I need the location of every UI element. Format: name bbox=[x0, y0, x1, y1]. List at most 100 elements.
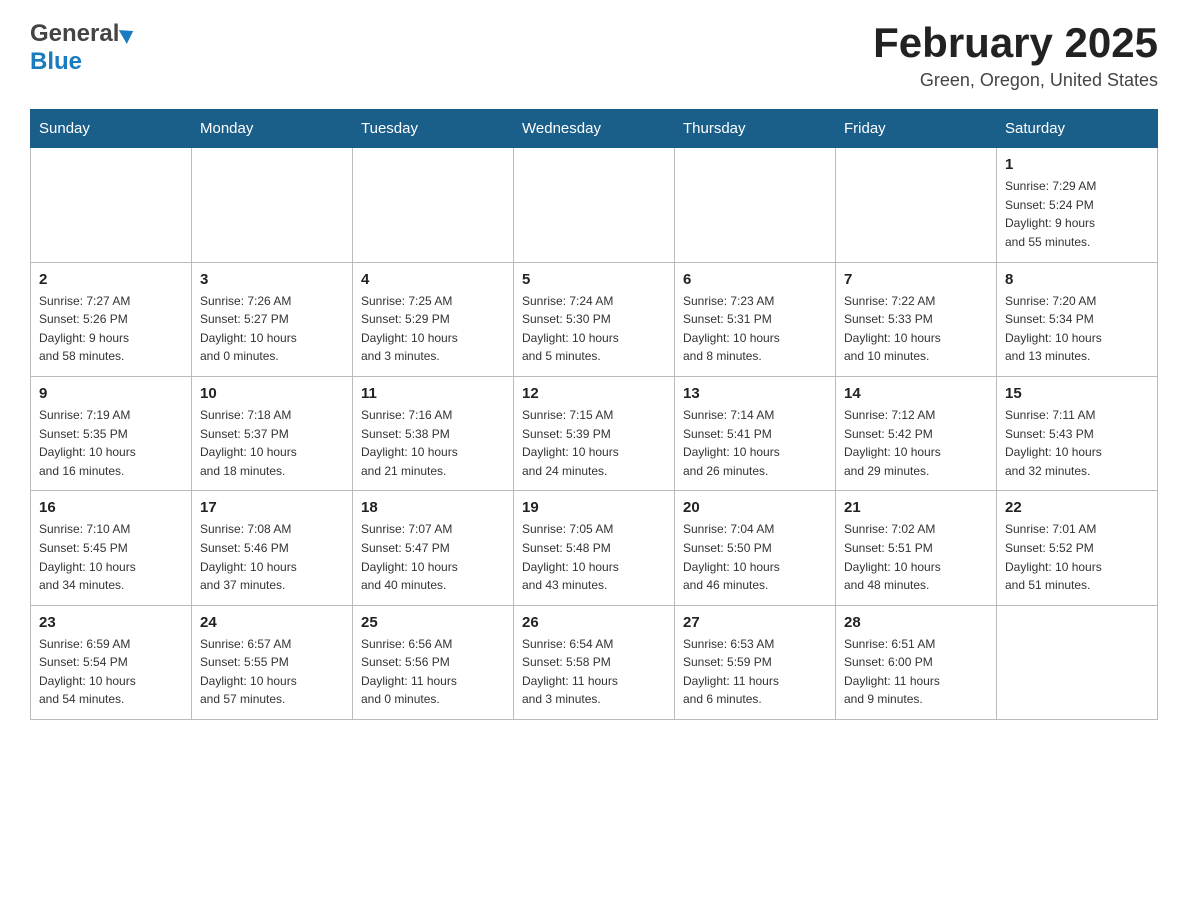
calendar-cell: 21Sunrise: 7:02 AM Sunset: 5:51 PM Dayli… bbox=[836, 491, 997, 605]
calendar-week-row: 1 Sunrise: 7:29 AM Sunset: 5:24 PM Daylig… bbox=[31, 148, 1158, 262]
location-text: Green, Oregon, United States bbox=[873, 70, 1158, 91]
calendar-week-row: 2 Sunrise: 7:27 AM Sunset: 5:26 PM Daylig… bbox=[31, 262, 1158, 376]
day-info: Sunrise: 7:26 AM Sunset: 5:27 PM Dayligh… bbox=[200, 292, 344, 366]
calendar-cell: 8 Sunrise: 7:20 AM Sunset: 5:34 PM Daylig… bbox=[997, 262, 1158, 376]
calendar-cell: 4 Sunrise: 7:25 AM Sunset: 5:29 PM Daylig… bbox=[353, 262, 514, 376]
calendar-cell: 24Sunrise: 6:57 AM Sunset: 5:55 PM Dayli… bbox=[192, 605, 353, 719]
logo-blue-text: Blue bbox=[30, 48, 82, 76]
calendar-cell: 16 Sunrise: 7:10 AM Sunset: 5:45 PM Dayli… bbox=[31, 491, 192, 605]
calendar-header-saturday: Saturday bbox=[997, 110, 1158, 148]
calendar-cell: 1 Sunrise: 7:29 AM Sunset: 5:24 PM Daylig… bbox=[997, 148, 1158, 262]
day-info: Sunrise: 7:20 AM Sunset: 5:34 PM Dayligh… bbox=[1005, 292, 1149, 366]
day-number: 19 bbox=[522, 499, 666, 516]
day-info: Sunrise: 7:05 AM Sunset: 5:48 PM Dayligh… bbox=[522, 520, 666, 594]
calendar-cell: 20 Sunrise: 7:04 AM Sunset: 5:50 PM Dayli… bbox=[675, 491, 836, 605]
calendar-week-row: 16 Sunrise: 7:10 AM Sunset: 5:45 PM Dayli… bbox=[31, 491, 1158, 605]
day-number: 26 bbox=[522, 614, 666, 631]
logo: General Blue bbox=[30, 20, 134, 76]
day-number: 12 bbox=[522, 385, 666, 402]
month-title: February 2025 bbox=[873, 20, 1158, 66]
day-info: Sunrise: 6:51 AM Sunset: 6:00 PM Dayligh… bbox=[844, 635, 988, 709]
day-info: Sunrise: 7:01 AM Sunset: 5:52 PM Dayligh… bbox=[1005, 520, 1149, 594]
day-number: 17 bbox=[200, 499, 344, 516]
day-number: 23 bbox=[39, 614, 183, 631]
calendar-cell: 14 Sunrise: 7:12 AM Sunset: 5:42 PM Dayli… bbox=[836, 376, 997, 490]
day-info: Sunrise: 6:56 AM Sunset: 5:56 PM Dayligh… bbox=[361, 635, 505, 709]
calendar-cell: 17 Sunrise: 7:08 AM Sunset: 5:46 PM Dayli… bbox=[192, 491, 353, 605]
day-number: 27 bbox=[683, 614, 827, 631]
day-info: Sunrise: 7:14 AM Sunset: 5:41 PM Dayligh… bbox=[683, 406, 827, 480]
day-info: Sunrise: 7:22 AM Sunset: 5:33 PM Dayligh… bbox=[844, 292, 988, 366]
page-header: General Blue February 2025 Green, Oregon… bbox=[30, 20, 1158, 91]
day-number: 3 bbox=[200, 271, 344, 288]
day-info: Sunrise: 7:24 AM Sunset: 5:30 PM Dayligh… bbox=[522, 292, 666, 366]
day-info: Sunrise: 6:57 AM Sunset: 5:55 PM Dayligh… bbox=[200, 635, 344, 709]
calendar-cell bbox=[31, 148, 192, 262]
calendar-cell: 11 Sunrise: 7:16 AM Sunset: 5:38 PM Dayli… bbox=[353, 376, 514, 490]
calendar-header-wednesday: Wednesday bbox=[514, 110, 675, 148]
calendar-cell: 25 Sunrise: 6:56 AM Sunset: 5:56 PM Dayli… bbox=[353, 605, 514, 719]
calendar-header-monday: Monday bbox=[192, 110, 353, 148]
title-section: February 2025 Green, Oregon, United Stat… bbox=[873, 20, 1158, 91]
day-number: 25 bbox=[361, 614, 505, 631]
day-info: Sunrise: 7:04 AM Sunset: 5:50 PM Dayligh… bbox=[683, 520, 827, 594]
calendar-cell bbox=[997, 605, 1158, 719]
day-number: 1 bbox=[1005, 156, 1149, 173]
calendar-cell: 3 Sunrise: 7:26 AM Sunset: 5:27 PM Daylig… bbox=[192, 262, 353, 376]
day-number: 6 bbox=[683, 271, 827, 288]
calendar-cell bbox=[192, 148, 353, 262]
calendar-table: SundayMondayTuesdayWednesdayThursdayFrid… bbox=[30, 109, 1158, 720]
day-info: Sunrise: 6:59 AM Sunset: 5:54 PM Dayligh… bbox=[39, 635, 183, 709]
day-number: 22 bbox=[1005, 499, 1149, 516]
day-info: Sunrise: 6:54 AM Sunset: 5:58 PM Dayligh… bbox=[522, 635, 666, 709]
day-info: Sunrise: 7:27 AM Sunset: 5:26 PM Dayligh… bbox=[39, 292, 183, 366]
calendar-cell bbox=[514, 148, 675, 262]
day-info: Sunrise: 7:10 AM Sunset: 5:45 PM Dayligh… bbox=[39, 520, 183, 594]
calendar-cell: 23 Sunrise: 6:59 AM Sunset: 5:54 PM Dayli… bbox=[31, 605, 192, 719]
calendar-cell: 5 Sunrise: 7:24 AM Sunset: 5:30 PM Daylig… bbox=[514, 262, 675, 376]
day-info: Sunrise: 7:02 AM Sunset: 5:51 PM Dayligh… bbox=[844, 520, 988, 594]
calendar-cell: 26 Sunrise: 6:54 AM Sunset: 5:58 PM Dayli… bbox=[514, 605, 675, 719]
calendar-cell: 27 Sunrise: 6:53 AM Sunset: 5:59 PM Dayli… bbox=[675, 605, 836, 719]
calendar-cell: 12 Sunrise: 7:15 AM Sunset: 5:39 PM Dayli… bbox=[514, 376, 675, 490]
day-info: Sunrise: 7:07 AM Sunset: 5:47 PM Dayligh… bbox=[361, 520, 505, 594]
calendar-header-thursday: Thursday bbox=[675, 110, 836, 148]
calendar-week-row: 23 Sunrise: 6:59 AM Sunset: 5:54 PM Dayli… bbox=[31, 605, 1158, 719]
calendar-header-tuesday: Tuesday bbox=[353, 110, 514, 148]
day-number: 15 bbox=[1005, 385, 1149, 402]
calendar-cell: 6 Sunrise: 7:23 AM Sunset: 5:31 PM Daylig… bbox=[675, 262, 836, 376]
day-number: 20 bbox=[683, 499, 827, 516]
day-number: 10 bbox=[200, 385, 344, 402]
day-number: 8 bbox=[1005, 271, 1149, 288]
day-number: 28 bbox=[844, 614, 988, 631]
calendar-header-friday: Friday bbox=[836, 110, 997, 148]
day-info: Sunrise: 7:12 AM Sunset: 5:42 PM Dayligh… bbox=[844, 406, 988, 480]
day-number: 18 bbox=[361, 499, 505, 516]
calendar-cell: 13 Sunrise: 7:14 AM Sunset: 5:41 PM Dayli… bbox=[675, 376, 836, 490]
logo-general-text: General bbox=[30, 20, 119, 48]
day-info: Sunrise: 7:19 AM Sunset: 5:35 PM Dayligh… bbox=[39, 406, 183, 480]
day-info: Sunrise: 6:53 AM Sunset: 5:59 PM Dayligh… bbox=[683, 635, 827, 709]
day-info: Sunrise: 7:16 AM Sunset: 5:38 PM Dayligh… bbox=[361, 406, 505, 480]
day-info: Sunrise: 7:08 AM Sunset: 5:46 PM Dayligh… bbox=[200, 520, 344, 594]
calendar-cell: 9Sunrise: 7:19 AM Sunset: 5:35 PM Daylig… bbox=[31, 376, 192, 490]
day-info: Sunrise: 7:23 AM Sunset: 5:31 PM Dayligh… bbox=[683, 292, 827, 366]
day-number: 4 bbox=[361, 271, 505, 288]
calendar-week-row: 9Sunrise: 7:19 AM Sunset: 5:35 PM Daylig… bbox=[31, 376, 1158, 490]
calendar-cell: 10Sunrise: 7:18 AM Sunset: 5:37 PM Dayli… bbox=[192, 376, 353, 490]
day-info: Sunrise: 7:25 AM Sunset: 5:29 PM Dayligh… bbox=[361, 292, 505, 366]
calendar-cell bbox=[675, 148, 836, 262]
day-number: 7 bbox=[844, 271, 988, 288]
logo-triangle-icon bbox=[119, 24, 137, 44]
calendar-cell: 2 Sunrise: 7:27 AM Sunset: 5:26 PM Daylig… bbox=[31, 262, 192, 376]
day-info: Sunrise: 7:29 AM Sunset: 5:24 PM Dayligh… bbox=[1005, 177, 1149, 251]
calendar-cell bbox=[353, 148, 514, 262]
day-info: Sunrise: 7:15 AM Sunset: 5:39 PM Dayligh… bbox=[522, 406, 666, 480]
day-info: Sunrise: 7:11 AM Sunset: 5:43 PM Dayligh… bbox=[1005, 406, 1149, 480]
day-number: 5 bbox=[522, 271, 666, 288]
day-number: 14 bbox=[844, 385, 988, 402]
day-number: 2 bbox=[39, 271, 183, 288]
day-number: 11 bbox=[361, 385, 505, 402]
day-number: 13 bbox=[683, 385, 827, 402]
day-number: 16 bbox=[39, 499, 183, 516]
